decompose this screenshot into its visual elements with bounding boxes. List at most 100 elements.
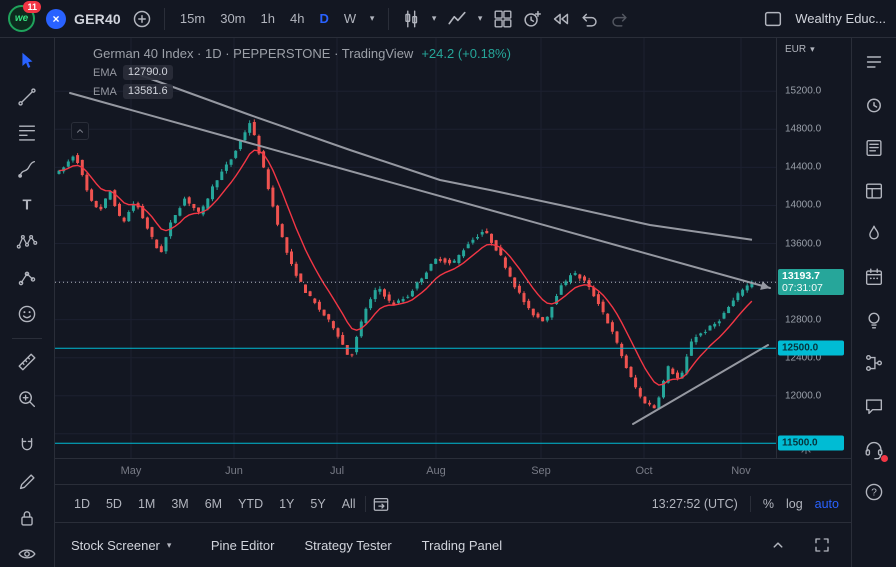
- pine-editor-tab[interactable]: Pine Editor: [211, 538, 275, 553]
- chart-style-chevron-icon[interactable]: ▾: [427, 5, 441, 33]
- trend-line-tool[interactable]: [14, 84, 40, 109]
- data-window-button[interactable]: [862, 179, 886, 203]
- range-1m[interactable]: 1M: [131, 494, 162, 514]
- strategy-tester-label: Strategy Tester: [304, 538, 391, 553]
- hotlists-button[interactable]: [862, 222, 886, 246]
- range-5d[interactable]: 5D: [99, 494, 129, 514]
- add-compare-symbol-button[interactable]: [129, 5, 155, 33]
- zoom-tool[interactable]: [14, 386, 40, 411]
- log-scale-button[interactable]: log: [786, 497, 803, 511]
- go-to-date-button[interactable]: [368, 490, 394, 518]
- strategy-tester-tab[interactable]: Strategy Tester: [304, 538, 391, 553]
- top-toolbar: we 11 × GER40 15m 30m 1h 4h D W ▾ ▾ ▾: [0, 0, 896, 38]
- xabcd-pattern-tool[interactable]: [14, 229, 40, 254]
- price-axis-label: 13600.0: [785, 238, 821, 249]
- logo-text: we: [15, 13, 28, 24]
- multichart-layout-button[interactable]: [490, 5, 516, 33]
- time-axis-label: Aug: [426, 465, 446, 477]
- axis-options: 13:27:52 (UTC) % log auto: [652, 496, 839, 512]
- price-level-badge: 12500.0: [778, 341, 844, 356]
- clock-utc[interactable]: 13:27:52 (UTC): [652, 497, 738, 511]
- interval-4h[interactable]: 4h: [284, 7, 310, 30]
- chart-pane[interactable]: German 40 Index · 1D · PEPPERSTONE · Tra…: [55, 38, 851, 484]
- chevron-down-icon: ▾: [810, 44, 824, 55]
- time-axis[interactable]: MayJunJulAugSepOctNov: [55, 458, 851, 484]
- range-all[interactable]: All: [335, 494, 363, 514]
- interval-1h[interactable]: 1h: [255, 7, 281, 30]
- percent-scale-button[interactable]: %: [763, 497, 774, 511]
- interval-dropdown-chevron-icon[interactable]: ▾: [365, 5, 379, 33]
- footer-panel-bar: Stock Screener ▾ Pine Editor Strategy Te…: [55, 522, 851, 567]
- symbol-name[interactable]: GER40: [74, 11, 121, 27]
- trading-panel-tab[interactable]: Trading Panel: [422, 538, 502, 553]
- app-logo[interactable]: we 11: [8, 5, 35, 32]
- create-alert-button[interactable]: [519, 5, 545, 33]
- legend-collapse-button[interactable]: [71, 122, 89, 140]
- hide-all-drawings-eye-tool[interactable]: [14, 542, 40, 567]
- chart-style-candles-button[interactable]: [398, 5, 424, 33]
- calendar-button[interactable]: [862, 265, 886, 289]
- cursor-tool[interactable]: [14, 48, 40, 73]
- save-layout-button[interactable]: [760, 5, 786, 33]
- range-1d[interactable]: 1D: [67, 494, 97, 514]
- svg-text:T: T: [23, 198, 32, 214]
- brush-tool[interactable]: [14, 157, 40, 182]
- range-5y[interactable]: 5Y: [303, 494, 332, 514]
- candlestick-chart[interactable]: [55, 38, 776, 458]
- range-ytd[interactable]: YTD: [231, 494, 270, 514]
- chats-button[interactable]: [862, 394, 886, 418]
- currency-selector[interactable]: EUR ▾: [785, 44, 824, 55]
- watchlist-button[interactable]: [862, 50, 886, 74]
- drawing-toolbar: T: [0, 38, 55, 567]
- chart-legend-title[interactable]: German 40 Index · 1D · PEPPERSTONE · Tra…: [93, 46, 413, 61]
- fullscreen-button[interactable]: [809, 531, 835, 559]
- undo-button[interactable]: [577, 5, 603, 33]
- news-button[interactable]: [862, 136, 886, 160]
- indicator-value: 13581.6: [123, 84, 173, 99]
- range-1y[interactable]: 1Y: [272, 494, 301, 514]
- ruler-measure-tool[interactable]: [14, 350, 40, 375]
- bar-replay-button[interactable]: [548, 5, 574, 33]
- stock-screener-tab[interactable]: Stock Screener ▾: [71, 538, 181, 553]
- currency-label: EUR: [785, 44, 806, 55]
- interval-15m[interactable]: 15m: [174, 7, 211, 30]
- trading-panel-label: Trading Panel: [422, 538, 502, 553]
- bottom-range-toolbar: 1D 5D 1M 3M 6M YTD 1Y 5Y All 13:27:52 (U…: [55, 484, 851, 522]
- layout-name[interactable]: Wealthy Educ...: [795, 11, 886, 26]
- emoji-tool[interactable]: [14, 302, 40, 327]
- indicator-row-ema-slow[interactable]: EMA 13581.6: [93, 84, 511, 99]
- chart-change-value: +24.2 (+0.18%): [421, 46, 511, 61]
- interval-1d-active[interactable]: D: [313, 7, 334, 30]
- expand-panel-chevron-button[interactable]: [765, 531, 791, 559]
- indicator-name: EMA: [93, 67, 117, 79]
- object-tree-button[interactable]: [862, 351, 886, 375]
- forecast-position-tool[interactable]: [14, 265, 40, 290]
- right-sidebar: ?: [851, 38, 896, 567]
- alerts-button[interactable]: [862, 93, 886, 117]
- current-price-badge: 13193.707:31:07: [778, 269, 844, 295]
- drawing-mode-pencil-tool[interactable]: [14, 469, 40, 494]
- chart-region: German 40 Index · 1D · PEPPERSTONE · Tra…: [55, 38, 851, 567]
- price-axis-label: 14000.0: [785, 200, 821, 211]
- range-6m[interactable]: 6M: [198, 494, 229, 514]
- interval-1w[interactable]: W: [338, 7, 362, 30]
- help-button[interactable]: ?: [862, 480, 886, 504]
- interval-30m[interactable]: 30m: [214, 7, 251, 30]
- text-tool[interactable]: T: [14, 193, 40, 218]
- range-3m[interactable]: 3M: [164, 494, 195, 514]
- magnet-tool[interactable]: [14, 433, 40, 458]
- indicator-row-ema-fast[interactable]: EMA 12790.0: [93, 65, 511, 80]
- auto-scale-button[interactable]: auto: [815, 497, 839, 511]
- time-axis-label: Nov: [731, 465, 751, 477]
- ideas-button[interactable]: [862, 308, 886, 332]
- svg-text:?: ?: [871, 488, 877, 499]
- lock-all-drawings-tool[interactable]: [14, 506, 40, 531]
- redo-button[interactable]: [606, 5, 632, 33]
- fib-retracement-tool[interactable]: [14, 120, 40, 145]
- indicators-chevron-icon[interactable]: ▾: [473, 5, 487, 33]
- support-notification-dot: [881, 455, 888, 462]
- price-axis[interactable]: EUR ▾ 15200.014800.014400.014000.013600.…: [776, 38, 851, 458]
- support-button[interactable]: [862, 437, 886, 461]
- indicators-button[interactable]: [444, 5, 470, 33]
- chevron-down-icon: ▾: [167, 540, 181, 551]
